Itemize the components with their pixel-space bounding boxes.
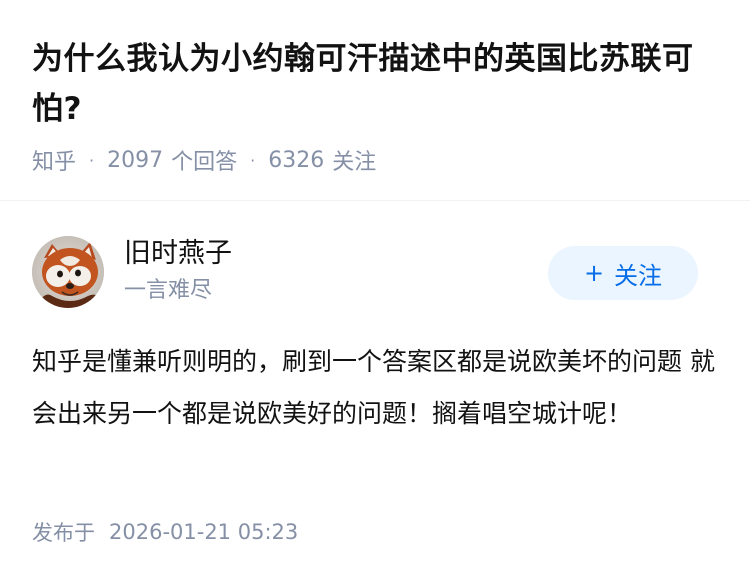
red-panda-avatar-icon bbox=[32, 236, 104, 308]
follow-button[interactable]: + 关注 bbox=[548, 246, 698, 300]
publish-time: 2026-01-21 05:23 bbox=[109, 520, 299, 544]
publish-label: 发布于 bbox=[32, 521, 95, 545]
meta-separator: · bbox=[250, 150, 256, 170]
follow-button-label: 关注 bbox=[614, 261, 663, 290]
answer-page: 为什么我认为小约翰可汗描述中的英国比苏联可怕? 知乎 · 2097 个回答 · … bbox=[0, 0, 750, 586]
author-name[interactable]: 旧时燕子 bbox=[124, 236, 232, 272]
source-label[interactable]: 知乎 bbox=[32, 144, 76, 176]
author-headline: 一言难尽 bbox=[124, 278, 213, 303]
author-row: 旧时燕子 一言难尽 + 关注 bbox=[32, 236, 718, 308]
publish-info: 发布于 2026-01-21 05:23 bbox=[32, 515, 298, 549]
question-meta: 知乎 · 2097 个回答 · 6326 关注 bbox=[32, 144, 376, 176]
question-header: 为什么我认为小约翰可汗描述中的英国比苏联可怕? bbox=[32, 34, 722, 134]
author-avatar[interactable] bbox=[32, 236, 104, 308]
answer-content: 知乎是懂兼听则明的，刷到一个答案区都是说欧美坏的问题 就会出来另一个都是说欧美好… bbox=[32, 347, 715, 428]
answer-count: 2097 bbox=[107, 147, 164, 173]
question-title[interactable]: 为什么我认为小约翰可汗描述中的英国比苏联可怕? bbox=[32, 34, 722, 134]
follower-count: 6326 bbox=[268, 147, 325, 173]
plus-icon: + bbox=[583, 259, 605, 287]
section-divider bbox=[0, 200, 750, 201]
answer-count-unit: 个回答 bbox=[171, 150, 238, 175]
follower-count-unit: 关注 bbox=[332, 150, 377, 175]
meta-separator: · bbox=[89, 150, 95, 170]
